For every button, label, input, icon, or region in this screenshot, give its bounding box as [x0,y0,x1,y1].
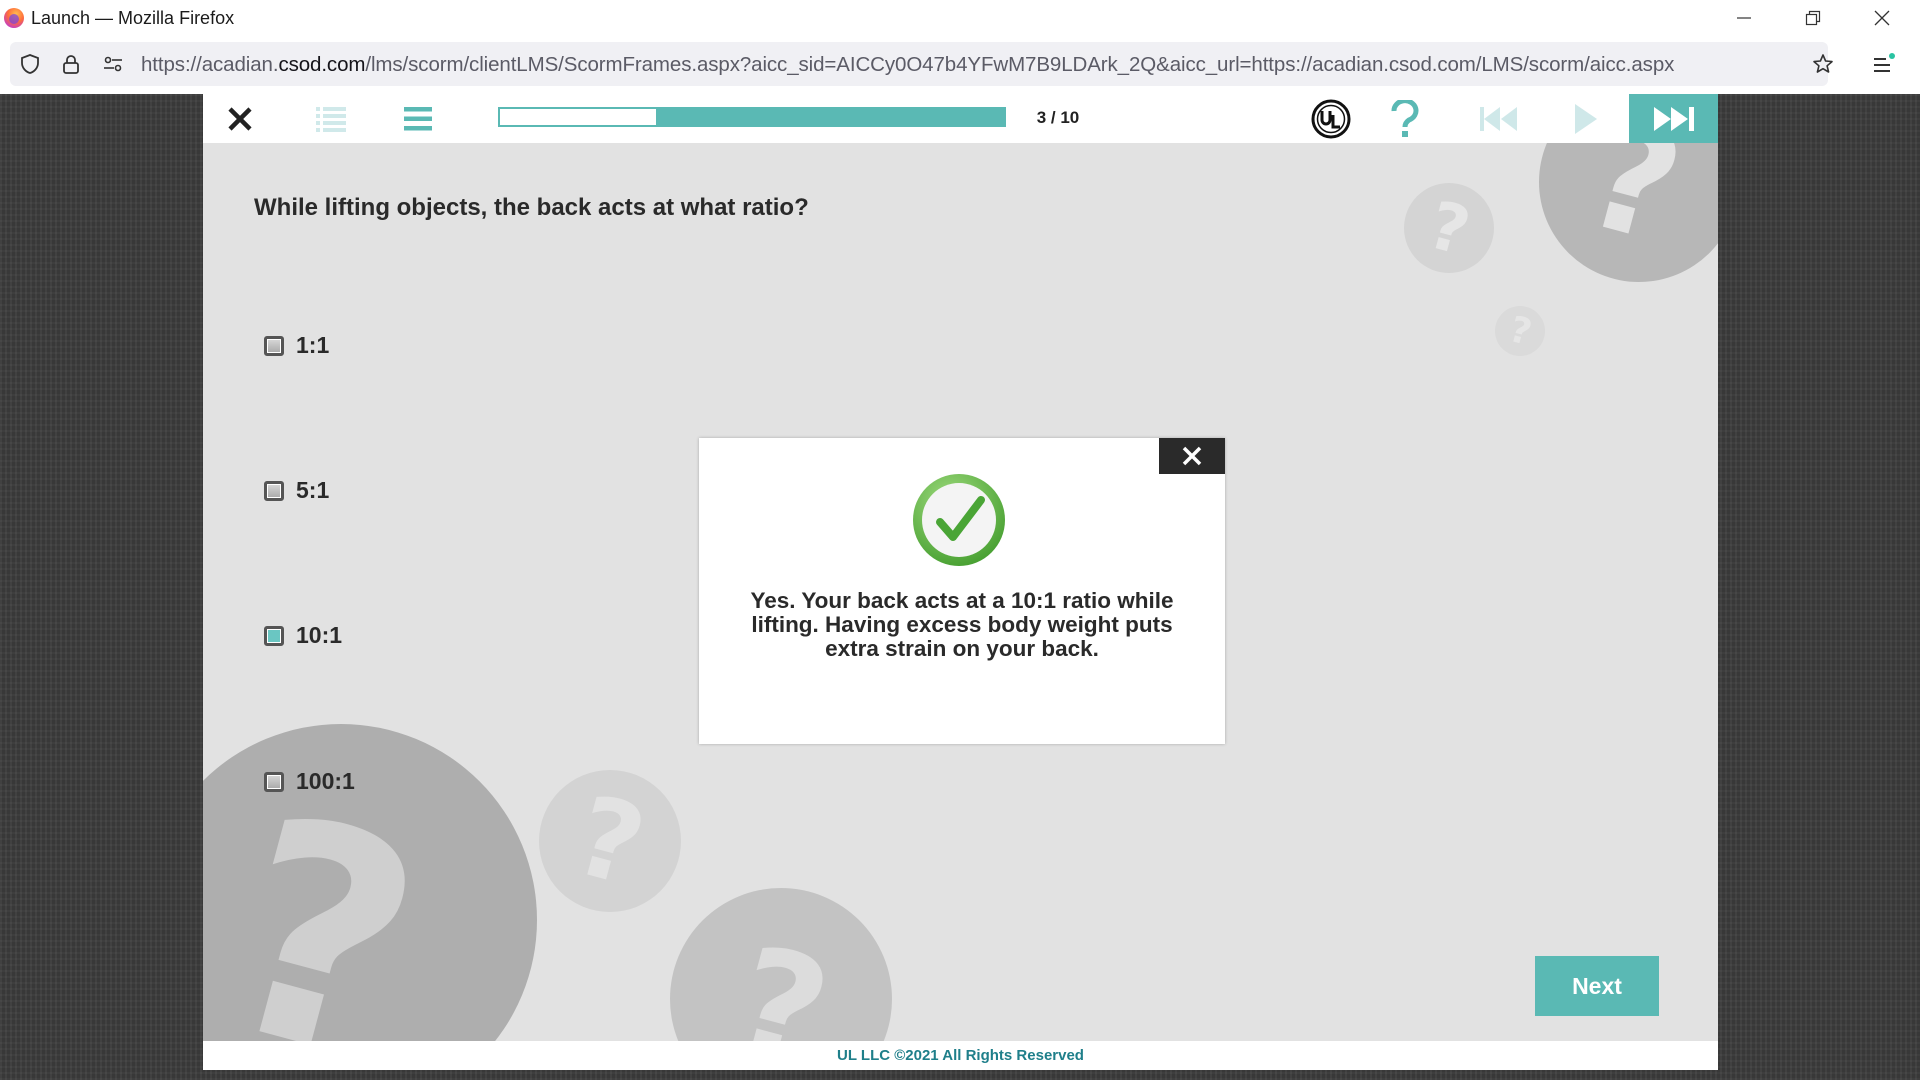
close-icon [1182,446,1202,466]
minimize-button[interactable] [1716,0,1772,36]
play-icon [1575,103,1597,134]
question-mark-decoration-icon: ? [1404,183,1494,273]
dialog-close-button[interactable] [1159,438,1225,474]
copyright-footer: UL LLC ©2021 All Rights Reserved [203,1041,1718,1070]
url-suffix: /lms/scorm/clientLMS/ScormFrames.aspx?ai… [365,53,1675,76]
progress-bar [498,107,1006,127]
url-prefix: https://acadian. [141,53,279,76]
progress-fill [500,109,657,125]
url-domain: csod.com [278,53,366,76]
answer-option[interactable]: 100:1 [264,768,355,795]
rewind-button[interactable] [1479,94,1519,143]
menu-icon [404,106,432,130]
url-text[interactable]: https://acadian.csod.com/lms/scorm/clien… [141,53,1674,77]
restore-icon [1805,10,1821,26]
page-counter: 3 / 10 [1036,108,1080,127]
answer-checkbox[interactable] [264,480,284,501]
answer-checkbox-checked[interactable] [264,625,284,646]
window-close-button[interactable] [1854,0,1910,36]
question-mark-decoration-icon: ? [203,724,537,1070]
browser-navbar: https://acadian.csod.com/lms/scorm/clien… [0,36,1920,94]
shield-icon[interactable] [19,53,41,75]
exit-course-button[interactable] [225,94,255,143]
checkmark-success-icon [913,474,1005,566]
question-text: While lifting objects, the back acts at … [254,194,809,221]
outline-icon [316,106,346,132]
course-player: ? ? ? ? ? ? 3 / 10 While lifting objects… [203,94,1718,1070]
rewind-icon [1480,106,1517,131]
fast-forward-button[interactable] [1629,94,1718,143]
restore-button[interactable] [1785,0,1841,36]
bookmark-star-icon[interactable] [1812,53,1834,75]
question-mark-decoration-icon: ? [539,770,681,912]
permissions-icon[interactable] [102,53,124,75]
window-title: Launch — Mozilla Firefox [31,8,235,28]
firefox-logo-icon [4,8,24,28]
answer-label: 100:1 [296,768,355,794]
address-bar[interactable]: https://acadian.csod.com/lms/scorm/clien… [10,42,1833,86]
feedback-text: Yes. Your back acts at a 10:1 ratio whil… [750,588,1174,661]
answer-label: 5:1 [296,477,330,503]
answer-label: 10:1 [296,622,343,648]
lock-icon[interactable] [60,53,82,75]
app-menu-icon[interactable] [1868,50,1898,80]
ul-logo [1311,94,1351,143]
answer-checkbox[interactable] [264,335,284,356]
close-icon [228,106,252,131]
help-button[interactable] [1389,94,1421,143]
help-icon [1391,99,1419,137]
answer-option[interactable]: 5:1 [264,477,329,504]
outline-button[interactable] [316,94,346,143]
close-icon [1874,10,1890,26]
browser-titlebar: Launch — Mozilla Firefox [0,0,1920,36]
ul-logo-icon [1311,99,1351,138]
answer-label: 1:1 [296,332,330,358]
feedback-dialog: Yes. Your back acts at a 10:1 ratio whil… [699,438,1225,744]
course-toolbar: 3 / 10 [203,94,1718,143]
question-mark-decoration-icon: ? [1495,306,1545,356]
answer-option[interactable]: 1:1 [264,332,329,359]
menu-button[interactable] [403,94,433,143]
fast-forward-icon [1653,106,1694,131]
play-button[interactable] [1571,94,1601,143]
answer-checkbox[interactable] [264,771,284,792]
answer-option[interactable]: 10:1 [264,622,342,649]
next-button[interactable]: Next [1535,956,1659,1016]
minimize-icon [1737,17,1751,19]
